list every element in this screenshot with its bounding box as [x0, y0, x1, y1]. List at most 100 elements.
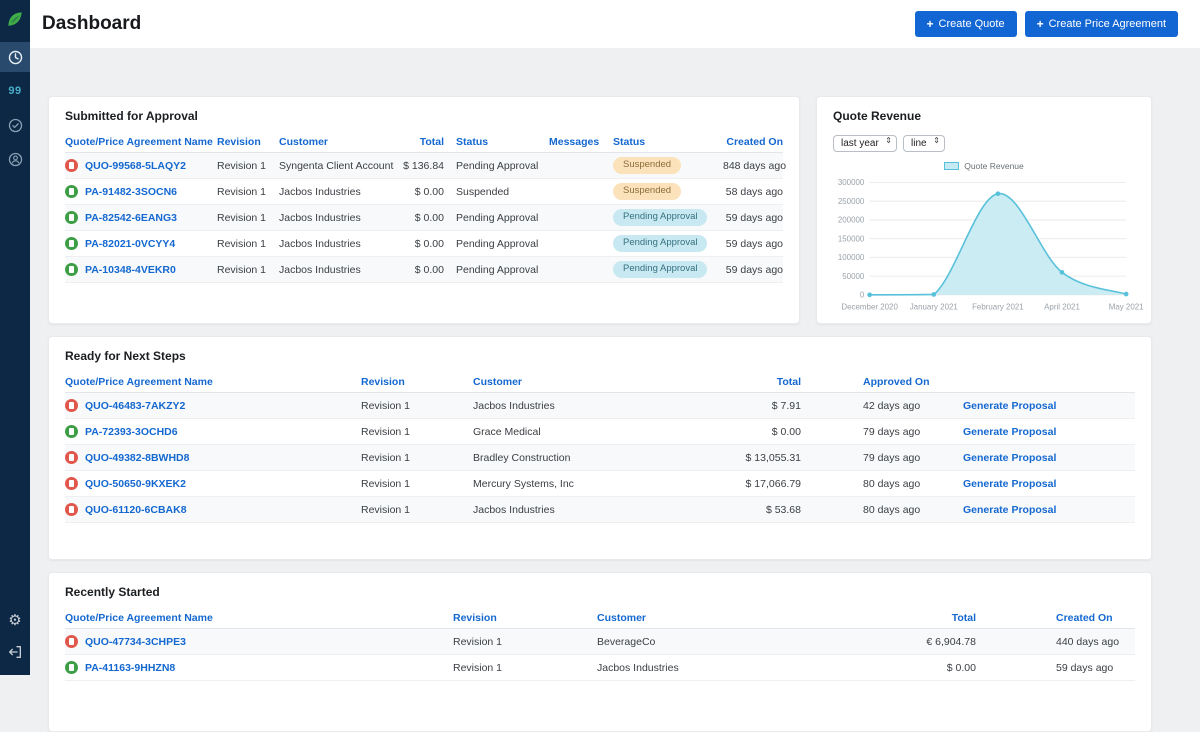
- table-row[interactable]: QUO-50650-9KXEK2 Revision 1 Mercury Syst…: [65, 471, 1135, 497]
- total-cell: € 6,904.78: [877, 636, 976, 648]
- column-header-approved-on: Approved On: [863, 376, 963, 388]
- table-header: Quote/Price Agreement Name Revision Cust…: [65, 608, 1135, 629]
- svg-text:150000: 150000: [838, 234, 865, 243]
- column-header-customer: Customer: [473, 376, 713, 388]
- revision-cell: Revision 1: [453, 662, 597, 674]
- range-select-wrap: last year: [833, 133, 897, 152]
- revision-cell: Revision 1: [361, 426, 473, 438]
- sidebar-item-quotes[interactable]: 99: [0, 76, 30, 106]
- generate-proposal-link[interactable]: Generate Proposal: [963, 452, 1056, 464]
- table-row[interactable]: PA-10348-4VEKR0 Revision 1 Jacbos Indust…: [65, 257, 783, 283]
- table-row[interactable]: PA-91482-3SOCN6 Revision 1 Jacbos Indust…: [65, 179, 783, 205]
- record-link[interactable]: PA-91482-3SOCN6: [85, 186, 177, 198]
- record-link[interactable]: QUO-99568-5LAQY2: [85, 160, 186, 172]
- created-on-cell: 58 days ago: [723, 186, 783, 198]
- table-body: QUO-47734-3CHPE3 Revision 1 BeverageCo €…: [49, 629, 1151, 681]
- sidebar-item-accounts[interactable]: [0, 144, 30, 174]
- generate-proposal-link[interactable]: Generate Proposal: [963, 426, 1056, 438]
- plus-icon: +: [927, 17, 934, 31]
- status-cell: Pending Approval: [444, 264, 549, 276]
- column-header-total: Total: [877, 612, 976, 624]
- record-link[interactable]: PA-82542-6EANG3: [85, 212, 177, 224]
- record-link[interactable]: PA-82021-0VCYY4: [85, 238, 175, 250]
- quote-revenue-chart: 050000100000150000200000250000300000Dece…: [817, 171, 1151, 316]
- created-on-cell: 59 days ago: [723, 238, 783, 250]
- record-type-icon: [65, 211, 78, 224]
- record-type-icon: [65, 263, 78, 276]
- revision-cell: Revision 1: [361, 478, 473, 490]
- svg-text:January 2021: January 2021: [910, 303, 959, 312]
- record-link[interactable]: PA-72393-3OCHD6: [85, 426, 178, 438]
- record-name-cell: QUO-47734-3CHPE3: [65, 635, 453, 648]
- created-on-cell: 440 days ago: [1056, 636, 1135, 648]
- record-name-cell: PA-72393-3OCHD6: [65, 425, 361, 438]
- card-title: Ready for Next Steps: [49, 337, 1151, 372]
- plus-icon: +: [1037, 17, 1044, 31]
- svg-text:200000: 200000: [838, 216, 865, 225]
- gear-icon: ⚙: [8, 613, 21, 628]
- customer-cell: BeverageCo: [597, 636, 877, 648]
- create-price-agreement-button[interactable]: + Create Price Agreement: [1025, 11, 1178, 37]
- total-cell: $ 0.00: [394, 186, 444, 198]
- status-badge: Suspended: [613, 157, 681, 173]
- range-select[interactable]: last year: [833, 135, 897, 152]
- status-badge-cell: Pending Approval: [613, 209, 723, 225]
- column-header-total: Total: [713, 376, 801, 388]
- table-row[interactable]: QUO-49382-8BWHD8 Revision 1 Bradley Cons…: [65, 445, 1135, 471]
- revision-cell: Revision 1: [217, 186, 279, 198]
- record-type-icon: [65, 635, 78, 648]
- create-quote-button[interactable]: + Create Quote: [915, 11, 1017, 37]
- column-header-status: Status: [444, 136, 549, 148]
- table-row[interactable]: QUO-61120-6CBAK8 Revision 1 Jacbos Indus…: [65, 497, 1135, 523]
- customer-cell: Jacbos Industries: [279, 264, 394, 276]
- column-header-created-on: Created On: [723, 136, 783, 148]
- revision-cell: Revision 1: [361, 452, 473, 464]
- record-type-icon: [65, 477, 78, 490]
- legend-label: Quote Revenue: [964, 161, 1024, 171]
- card-title: Recently Started: [49, 573, 1151, 608]
- table-row[interactable]: PA-82542-6EANG3 Revision 1 Jacbos Indust…: [65, 205, 783, 231]
- table-header: Quote/Price Agreement Name Revision Cust…: [65, 372, 1135, 393]
- record-link[interactable]: QUO-49382-8BWHD8: [85, 452, 189, 464]
- record-link[interactable]: QUO-61120-6CBAK8: [85, 504, 187, 516]
- generate-proposal-link[interactable]: Generate Proposal: [963, 400, 1056, 412]
- app-logo-icon[interactable]: [0, 4, 30, 34]
- svg-text:0: 0: [860, 290, 865, 299]
- dashboard-content: Submitted for Approval Quote/Price Agree…: [30, 48, 1200, 732]
- generate-proposal-link[interactable]: Generate Proposal: [963, 504, 1056, 516]
- table-row[interactable]: PA-41163-9HHZN8 Revision 1 Jacbos Indust…: [65, 655, 1135, 681]
- record-name-cell: QUO-61120-6CBAK8: [65, 503, 361, 516]
- sidebar-item-settings[interactable]: ⚙: [0, 605, 30, 635]
- revision-cell: Revision 1: [217, 160, 279, 172]
- record-link[interactable]: PA-10348-4VEKR0: [85, 264, 176, 276]
- record-link[interactable]: PA-41163-9HHZN8: [85, 662, 175, 674]
- sidebar-item-dashboard[interactable]: [0, 42, 30, 72]
- table-row[interactable]: QUO-47734-3CHPE3 Revision 1 BeverageCo €…: [65, 629, 1135, 655]
- ready-for-next-steps-card: Ready for Next Steps Quote/Price Agreeme…: [48, 336, 1152, 560]
- table-row[interactable]: QUO-99568-5LAQY2 Revision 1 Syngenta Cli…: [65, 153, 783, 179]
- column-header-revision: Revision: [217, 136, 279, 148]
- record-link[interactable]: QUO-47734-3CHPE3: [85, 636, 186, 648]
- record-link[interactable]: QUO-50650-9KXEK2: [85, 478, 186, 490]
- svg-text:50000: 50000: [842, 272, 865, 281]
- generate-proposal-link[interactable]: Generate Proposal: [963, 478, 1056, 490]
- main-area: Dashboard + Create Quote + Create Price …: [30, 0, 1200, 675]
- approved-on-cell: 80 days ago: [863, 504, 963, 516]
- card-title: Submitted for Approval: [49, 97, 799, 132]
- approved-on-cell: 79 days ago: [863, 452, 963, 464]
- quotes-icon: 99: [8, 85, 21, 97]
- table-row[interactable]: QUO-46483-7AKZY2 Revision 1 Jacbos Indus…: [65, 393, 1135, 419]
- record-name-cell: PA-82021-0VCYY4: [65, 237, 217, 250]
- table-row[interactable]: PA-72393-3OCHD6 Revision 1 Grace Medical…: [65, 419, 1135, 445]
- sidebar-item-approvals[interactable]: [0, 110, 30, 140]
- column-header-revision: Revision: [453, 612, 597, 624]
- total-cell: $ 136.84: [394, 160, 444, 172]
- total-cell: $ 7.91: [713, 400, 801, 412]
- record-link[interactable]: QUO-46483-7AKZY2: [85, 400, 185, 412]
- created-on-cell: 59 days ago: [1056, 662, 1135, 674]
- total-cell: $ 0.00: [877, 662, 976, 674]
- chart-type-select[interactable]: line: [903, 135, 945, 152]
- table-row[interactable]: PA-82021-0VCYY4 Revision 1 Jacbos Indust…: [65, 231, 783, 257]
- action-cell: Generate Proposal: [963, 426, 1135, 438]
- sidebar-item-logout[interactable]: [0, 637, 30, 667]
